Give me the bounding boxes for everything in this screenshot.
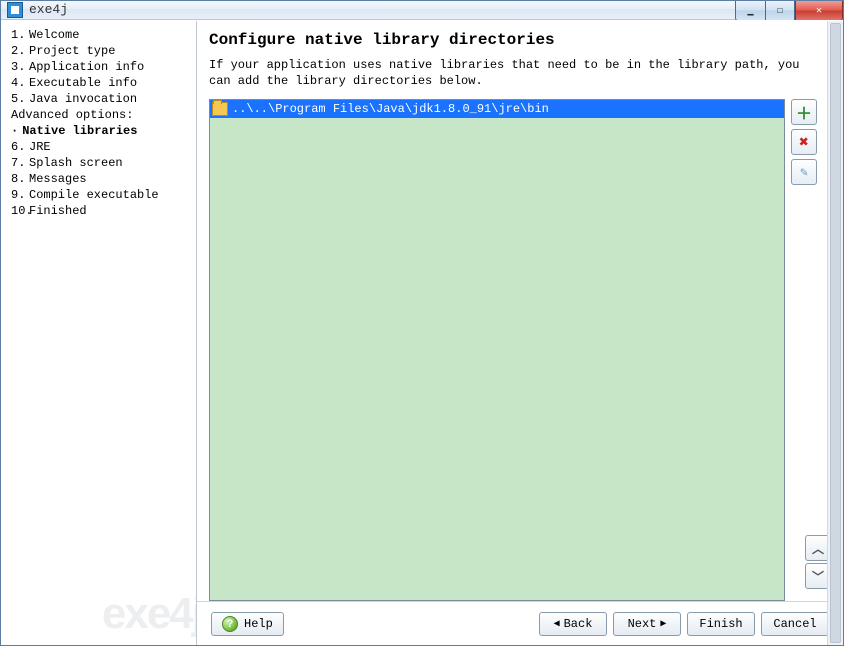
back-button[interactable]: ◀Back: [539, 612, 607, 636]
directory-row[interactable]: ..\..\Program Files\Java\jdk1.8.0_91\jre…: [210, 100, 784, 118]
maximize-icon: ☐: [777, 5, 783, 17]
titlebar[interactable]: exe4j ▁ ☐ ✕: [1, 1, 843, 20]
maximize-button[interactable]: ☐: [765, 1, 795, 21]
step-messages[interactable]: 8.Messages: [1, 171, 196, 187]
app-icon: [7, 2, 23, 18]
help-icon: ?: [222, 616, 238, 632]
step-executable-info[interactable]: 4.Executable info: [1, 75, 196, 91]
list-side-buttons: ＋ ✖ ✎: [791, 99, 817, 601]
app-window: exe4j ▁ ☐ ✕ 1.Welcome 2.Project type 3.A…: [0, 0, 844, 646]
content: Configure native library directories If …: [197, 21, 843, 601]
close-button[interactable]: ✕: [795, 1, 843, 21]
chevron-up-icon: ︿: [812, 540, 824, 557]
window-controls: ▁ ☐ ✕: [735, 1, 843, 21]
scrollbar[interactable]: [827, 21, 843, 645]
directory-area: ..\..\Program Files\Java\jdk1.8.0_91\jre…: [209, 99, 817, 601]
scrollbar-thumb[interactable]: [830, 23, 841, 643]
folder-icon: [212, 102, 228, 116]
step-finished[interactable]: 10.Finished: [1, 203, 196, 219]
substep-native-libraries[interactable]: ·Native libraries: [1, 123, 196, 139]
main-panel: Configure native library directories If …: [197, 21, 843, 645]
minimize-icon: ▁: [747, 5, 753, 17]
step-jre[interactable]: 6.JRE: [1, 139, 196, 155]
watermark: exe4j: [102, 589, 197, 639]
step-splash-screen[interactable]: 7.Splash screen: [1, 155, 196, 171]
x-icon: ✖: [799, 132, 809, 152]
edit-button[interactable]: ✎: [791, 159, 817, 185]
step-welcome[interactable]: 1.Welcome: [1, 27, 196, 43]
directory-path: ..\..\Program Files\Java\jdk1.8.0_91\jre…: [232, 102, 549, 116]
pencil-icon: ✎: [800, 165, 808, 180]
next-button[interactable]: Next▶: [613, 612, 681, 636]
step-application-info[interactable]: 3.Application info: [1, 59, 196, 75]
wizard-sidebar: 1.Welcome 2.Project type 3.Application i…: [1, 21, 197, 645]
body: 1.Welcome 2.Project type 3.Application i…: [1, 20, 843, 645]
close-icon: ✕: [816, 5, 822, 17]
triangle-right-icon: ▶: [660, 618, 666, 630]
window-title: exe4j: [29, 2, 68, 17]
step-compile[interactable]: 9.Compile executable: [1, 187, 196, 203]
step-java-invocation[interactable]: 5.Java invocation: [1, 91, 196, 107]
wizard-steps: 1.Welcome 2.Project type 3.Application i…: [1, 27, 196, 219]
finish-button[interactable]: Finish: [687, 612, 755, 636]
add-button[interactable]: ＋: [791, 99, 817, 125]
triangle-left-icon: ◀: [554, 618, 560, 630]
minimize-button[interactable]: ▁: [735, 1, 765, 21]
plus-icon: ＋: [796, 100, 812, 124]
chevron-down-icon: ﹀: [812, 568, 824, 585]
cancel-button[interactable]: Cancel: [761, 612, 829, 636]
help-button[interactable]: ? Help: [211, 612, 284, 636]
remove-button[interactable]: ✖: [791, 129, 817, 155]
advanced-options-header: Advanced options:: [1, 107, 196, 123]
page-description: If your application uses native librarie…: [209, 57, 817, 89]
wizard-footer: ? Help ◀Back Next▶ Finish Cancel: [197, 601, 843, 645]
directory-list[interactable]: ..\..\Program Files\Java\jdk1.8.0_91\jre…: [209, 99, 785, 601]
step-project-type[interactable]: 2.Project type: [1, 43, 196, 59]
page-title: Configure native library directories: [209, 31, 817, 49]
